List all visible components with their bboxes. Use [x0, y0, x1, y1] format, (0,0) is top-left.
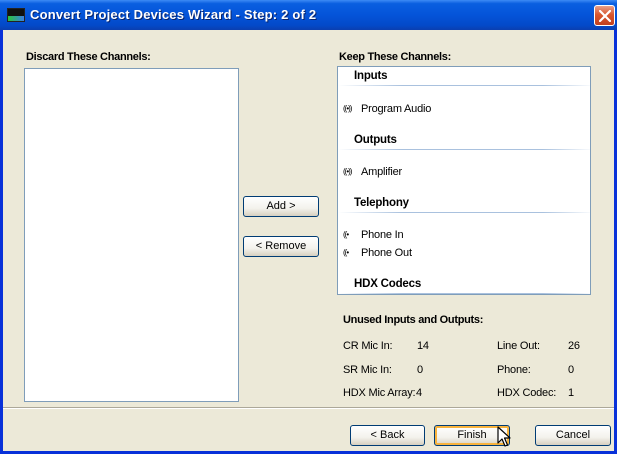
stat-value: 0 [568, 364, 574, 376]
channel-amplifier[interactable]: ((•)) Amplifier [343, 166, 402, 180]
stat-value: 14 [417, 340, 429, 352]
cancel-button[interactable]: Cancel [535, 425, 611, 446]
remove-button[interactable]: < Remove [243, 236, 319, 257]
app-icon [7, 8, 25, 22]
keep-list[interactable]: Inputs ((•)) Program Audio Outputs ((•)) A… [337, 66, 591, 295]
stat-value: 1 [568, 387, 574, 399]
separator [3, 407, 614, 409]
title-bar[interactable]: Convert Project Devices Wizard - Step: 2… [0, 0, 617, 30]
stat-label: HDX Codec: [497, 387, 557, 399]
mouse-cursor-icon [497, 426, 511, 447]
stat-value: 0 [417, 364, 423, 376]
channel-phone-out[interactable]: ((• Phone Out [343, 247, 412, 261]
stat-value: 26 [568, 340, 580, 352]
stat-label: SR Mic In: [343, 364, 392, 376]
channel-program-audio[interactable]: ((•)) Program Audio [343, 103, 431, 117]
stat-label: Line Out: [497, 340, 540, 352]
back-button[interactable]: < Back [350, 425, 425, 446]
stat-label: CR Mic In: [343, 340, 393, 352]
signal-icon: ((• [343, 230, 349, 239]
keep-label: Keep These Channels: [339, 51, 451, 63]
group-header-telephony: Telephony [338, 196, 590, 213]
unused-label: Unused Inputs and Outputs: [343, 314, 484, 326]
group-header-hdx-codecs: HDX Codecs [338, 277, 590, 294]
wizard-window: Convert Project Devices Wizard - Step: 2… [0, 0, 617, 454]
stat-value: 4 [416, 387, 422, 399]
dialog-client-area: Discard These Channels: Add > < Remove K… [3, 30, 614, 451]
close-button[interactable] [594, 5, 615, 26]
group-header-outputs: Outputs [338, 133, 590, 150]
channel-phone-in[interactable]: ((• Phone In [343, 229, 404, 243]
discard-list[interactable] [24, 68, 239, 402]
window-title: Convert Project Devices Wizard - Step: 2… [30, 7, 317, 22]
add-button[interactable]: Add > [243, 196, 319, 217]
stat-label: Phone: [497, 364, 531, 376]
speaker-icon: ((•)) [343, 104, 352, 113]
close-icon [599, 10, 611, 22]
speaker-icon: ((•)) [343, 167, 352, 176]
group-header-inputs: Inputs [338, 69, 590, 86]
signal-icon: ((• [343, 248, 349, 257]
stat-label: HDX Mic Array: [343, 387, 416, 399]
discard-label: Discard These Channels: [26, 51, 151, 63]
